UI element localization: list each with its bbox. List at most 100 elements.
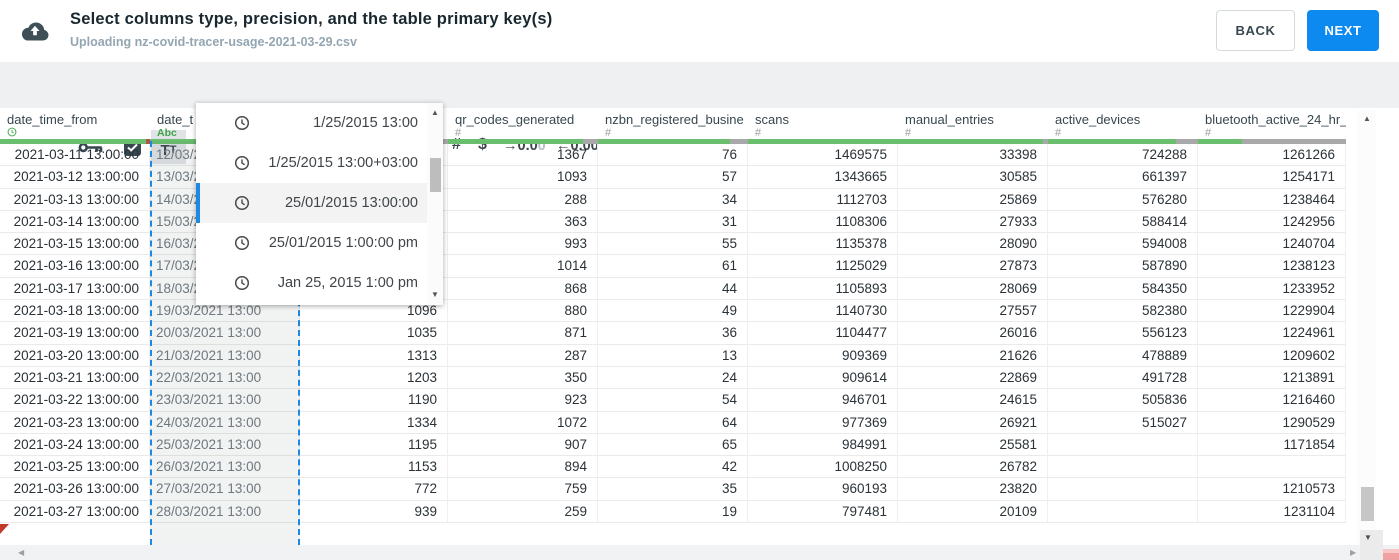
date-format-option[interactable]: Jan 25, 2015 1:00 pm bbox=[196, 263, 443, 303]
table-cell[interactable]: 1254171 bbox=[1198, 166, 1346, 189]
table-cell[interactable]: 54 bbox=[598, 389, 748, 412]
table-cell[interactable]: 28090 bbox=[898, 233, 1048, 256]
table-cell[interactable]: 30585 bbox=[898, 166, 1048, 189]
table-cell[interactable]: 259 bbox=[448, 500, 598, 524]
table-cell[interactable]: 2021-03-16 13:00:00 bbox=[0, 255, 150, 278]
table-cell[interactable]: 491728 bbox=[1048, 366, 1198, 390]
table-cell[interactable] bbox=[1198, 456, 1346, 479]
table-cell[interactable]: 588414 bbox=[1048, 210, 1198, 234]
table-cell[interactable]: 2021-03-17 13:00:00 bbox=[0, 277, 150, 301]
table-cell[interactable]: 984991 bbox=[748, 433, 898, 457]
table-cell[interactable]: 1334 bbox=[300, 411, 448, 434]
table-cell[interactable]: 871 bbox=[448, 322, 598, 345]
table-cell[interactable]: 1153 bbox=[300, 456, 448, 479]
table-cell[interactable]: 2021-03-23 13:00:00 bbox=[0, 411, 150, 434]
scroll-down-arrow-icon[interactable]: ▼ bbox=[1364, 533, 1372, 542]
table-cell[interactable]: 22869 bbox=[898, 366, 1048, 390]
table-cell[interactable]: 22/03/2021 13:00 bbox=[150, 366, 300, 390]
table-cell[interactable]: 13 bbox=[598, 344, 748, 367]
column-header[interactable]: nzbn_registered_busine # bbox=[598, 108, 748, 139]
column-header[interactable]: active_devices # bbox=[1048, 108, 1198, 139]
table-cell[interactable]: 993 bbox=[448, 233, 598, 256]
table-cell[interactable]: 1140730 bbox=[748, 300, 898, 323]
table-cell[interactable]: 1210573 bbox=[1198, 478, 1346, 501]
table-cell[interactable]: 1125029 bbox=[748, 255, 898, 278]
table-cell[interactable]: 21/03/2021 13:00 bbox=[150, 344, 300, 367]
table-cell[interactable]: 909614 bbox=[748, 366, 898, 390]
table-cell[interactable]: 25869 bbox=[898, 188, 1048, 211]
table-cell[interactable]: 1209602 bbox=[1198, 344, 1346, 367]
table-cell[interactable]: 1135378 bbox=[748, 233, 898, 256]
table-cell[interactable]: 2021-03-13 13:00:00 bbox=[0, 188, 150, 211]
column-header[interactable]: bluetooth_active_24_hr_ # bbox=[1198, 108, 1346, 139]
table-cell[interactable] bbox=[1048, 433, 1198, 457]
scroll-right-arrow-icon[interactable]: ▶ bbox=[1350, 548, 1356, 557]
back-button[interactable]: BACK bbox=[1216, 10, 1295, 51]
table-cell[interactable]: 584350 bbox=[1048, 277, 1198, 301]
table-cell[interactable]: 1171854 bbox=[1198, 433, 1346, 457]
table-cell[interactable]: 27557 bbox=[898, 300, 1048, 323]
table-cell[interactable]: 1203 bbox=[300, 366, 448, 390]
table-cell[interactable]: 1469575 bbox=[748, 144, 898, 167]
table-cell[interactable]: 894 bbox=[448, 456, 598, 479]
table-cell[interactable] bbox=[1048, 500, 1198, 524]
table-cell[interactable]: 594008 bbox=[1048, 233, 1198, 256]
table-cell[interactable]: 26/03/2021 13:00 bbox=[150, 456, 300, 479]
date-format-option[interactable]: 1/25/2015 13:00+03:00 bbox=[196, 143, 443, 183]
table-cell[interactable]: 1195 bbox=[300, 433, 448, 457]
table-cell[interactable]: 35 bbox=[598, 478, 748, 501]
table-cell[interactable]: 2021-03-21 13:00:00 bbox=[0, 366, 150, 390]
table-cell[interactable]: 759 bbox=[448, 478, 598, 501]
table-cell[interactable]: 25/03/2021 13:00 bbox=[150, 433, 300, 457]
table-cell[interactable]: 1093 bbox=[448, 166, 598, 189]
table-cell[interactable]: 2021-03-14 13:00:00 bbox=[0, 210, 150, 234]
table-cell[interactable]: 1231104 bbox=[1198, 500, 1346, 524]
table-cell[interactable]: 28069 bbox=[898, 277, 1048, 301]
table-cell[interactable]: 287 bbox=[448, 344, 598, 367]
table-cell[interactable]: 868 bbox=[448, 277, 598, 301]
table-cell[interactable]: 939 bbox=[300, 500, 448, 524]
table-cell[interactable]: 1290529 bbox=[1198, 411, 1346, 434]
table-cell[interactable]: 1216460 bbox=[1198, 389, 1346, 412]
table-cell[interactable]: 23820 bbox=[898, 478, 1048, 501]
table-cell[interactable]: 24615 bbox=[898, 389, 1048, 412]
table-cell[interactable]: 2021-03-26 13:00:00 bbox=[0, 478, 150, 501]
column-header[interactable]: date_time_from bbox=[0, 108, 150, 139]
date-format-option[interactable]: 25/01/2015 13:00:00 bbox=[196, 183, 443, 223]
table-cell[interactable]: 478889 bbox=[1048, 344, 1198, 367]
table-cell[interactable]: 23/03/2021 13:00 bbox=[150, 389, 300, 412]
table-cell[interactable]: 1261266 bbox=[1198, 144, 1346, 167]
table-cell[interactable]: 582380 bbox=[1048, 300, 1198, 323]
column-header[interactable]: manual_entries # bbox=[898, 108, 1048, 139]
date-format-option[interactable]: 1/25/2015 13:00 bbox=[196, 103, 443, 143]
table-cell[interactable]: 25581 bbox=[898, 433, 1048, 457]
table-cell[interactable]: 515027 bbox=[1048, 411, 1198, 434]
table-cell[interactable] bbox=[1048, 478, 1198, 501]
table-cell[interactable]: 2021-03-27 13:00:00 bbox=[0, 500, 150, 524]
table-cell[interactable]: 49 bbox=[598, 300, 748, 323]
table-cell[interactable]: 576280 bbox=[1048, 188, 1198, 211]
table-cell[interactable]: 1014 bbox=[448, 255, 598, 278]
table-cell[interactable]: 1104477 bbox=[748, 322, 898, 345]
column-header[interactable]: scans # bbox=[748, 108, 898, 139]
table-cell[interactable]: 350 bbox=[448, 366, 598, 390]
vertical-scrollbar[interactable]: ▲ bbox=[1358, 110, 1376, 545]
table-cell[interactable]: 977369 bbox=[748, 411, 898, 434]
table-cell[interactable]: 1367 bbox=[448, 144, 598, 167]
scroll-down-arrow-icon[interactable]: ▼ bbox=[427, 290, 443, 299]
table-cell[interactable]: 909369 bbox=[748, 344, 898, 367]
table-cell[interactable]: 907 bbox=[448, 433, 598, 457]
vertical-scrollbar-thumb[interactable] bbox=[1361, 487, 1374, 521]
table-cell[interactable]: 661397 bbox=[1048, 166, 1198, 189]
table-cell[interactable]: 57 bbox=[598, 166, 748, 189]
table-cell[interactable]: 20/03/2021 13:00 bbox=[150, 322, 300, 345]
table-cell[interactable]: 2021-03-19 13:00:00 bbox=[0, 322, 150, 345]
table-cell[interactable]: 1229904 bbox=[1198, 300, 1346, 323]
table-cell[interactable]: 36 bbox=[598, 322, 748, 345]
dropdown-scrollbar-thumb[interactable] bbox=[430, 158, 441, 192]
table-cell[interactable]: 556123 bbox=[1048, 322, 1198, 345]
table-cell[interactable]: 880 bbox=[448, 300, 598, 323]
table-cell[interactable]: 587890 bbox=[1048, 255, 1198, 278]
table-cell[interactable]: 1213891 bbox=[1198, 366, 1346, 390]
table-cell[interactable]: 1233952 bbox=[1198, 277, 1346, 301]
